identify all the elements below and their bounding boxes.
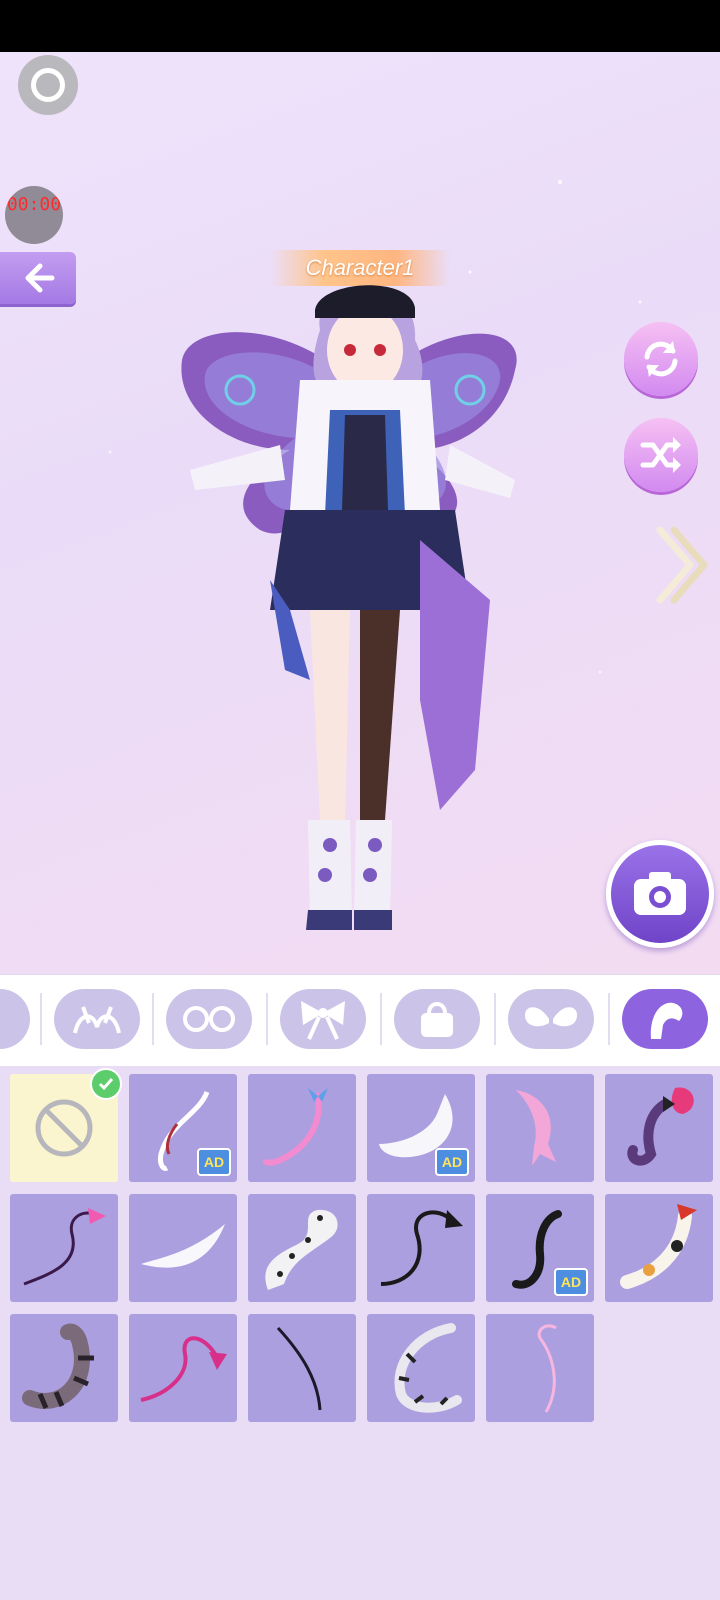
item-grid: AD AD AD (0, 1066, 720, 1600)
bag-icon (421, 1002, 453, 1037)
item-black-cat-tail[interactable]: AD (486, 1194, 594, 1302)
back-arrow-icon (25, 263, 55, 293)
record-timer: 00:00 (5, 186, 63, 244)
item-striped-cat-tail[interactable] (10, 1314, 118, 1422)
shuffle-icon (640, 437, 681, 473)
refresh-icon (644, 341, 678, 377)
bow-icon (301, 1001, 345, 1040)
leopard-tail-icon (265, 1209, 338, 1290)
item-leopard-tail[interactable] (248, 1194, 356, 1302)
item-none[interactable] (10, 1068, 122, 1182)
divider (266, 993, 268, 1045)
divider (608, 993, 610, 1045)
item-snow-leopard-tail[interactable] (367, 1314, 475, 1422)
divider (152, 993, 154, 1045)
calico-tail-icon (620, 1204, 697, 1289)
camera-button[interactable] (606, 840, 714, 948)
character-avatar (181, 285, 517, 930)
wings-icon (525, 1007, 577, 1027)
item-thin-pink-tail[interactable] (486, 1314, 594, 1422)
tail-icon (650, 1002, 683, 1039)
record-icon (31, 68, 65, 102)
pink-devil-tail-icon (140, 1336, 227, 1402)
glasses-icon (183, 1006, 235, 1032)
category-icon (0, 999, 7, 1039)
ad-badge: AD (554, 1268, 588, 1296)
thin-pink-tail-icon (537, 1324, 557, 1413)
thin-black-tail-icon (276, 1326, 322, 1411)
pink-fish-tail-icon (516, 1090, 556, 1166)
item-pink-fish-tail[interactable] (486, 1074, 594, 1182)
item-white-fluffy-tail[interactable]: AD (367, 1074, 475, 1182)
divider (494, 993, 496, 1045)
category-tab-bow[interactable] (280, 989, 366, 1049)
ad-badge: AD (435, 1148, 469, 1176)
devil-tail-pink-icon (23, 1208, 106, 1286)
black-devil-tail-icon (380, 1210, 463, 1286)
divider (380, 993, 382, 1045)
category-tab-tail[interactable] (622, 989, 708, 1049)
striped-cat-tail-icon (22, 1323, 94, 1409)
category-tab-partial[interactable] (0, 989, 30, 1049)
snow-leopard-tail-icon (394, 1323, 462, 1413)
white-feather-tail-icon (141, 1224, 225, 1268)
item-thin-black-tail[interactable] (248, 1314, 356, 1422)
divider (40, 993, 42, 1045)
category-tab-bag[interactable] (394, 989, 480, 1049)
category-tab-headband[interactable] (54, 989, 140, 1049)
item-devil-tail-pink[interactable] (10, 1194, 118, 1302)
item-pink-bow-tail[interactable] (248, 1074, 356, 1182)
pink-bow-tail-icon (263, 1088, 328, 1166)
category-bar (0, 974, 720, 1066)
record-button[interactable] (18, 55, 78, 115)
camera-icon (634, 872, 686, 915)
bunny-ears-icon (73, 1006, 121, 1034)
item-calico-tail[interactable] (605, 1194, 713, 1302)
back-button[interactable] (0, 252, 76, 304)
item-white-feather-tail[interactable] (129, 1194, 237, 1302)
purple-bow-tail-icon (627, 1087, 694, 1166)
category-tab-glasses[interactable] (166, 989, 252, 1049)
item-ribbon-tail[interactable]: AD (129, 1074, 237, 1182)
item-pink-devil-tail[interactable] (129, 1314, 237, 1422)
ad-badge: AD (197, 1148, 231, 1176)
refresh-button[interactable] (624, 322, 698, 396)
selected-check-icon (90, 1068, 122, 1100)
shuffle-button[interactable] (624, 418, 698, 492)
status-bar (0, 0, 720, 52)
item-purple-bow-tail[interactable] (605, 1074, 713, 1182)
chevron-right-icon[interactable] (650, 520, 710, 610)
item-black-devil-tail[interactable] (367, 1194, 475, 1302)
category-tab-wings[interactable] (508, 989, 594, 1049)
